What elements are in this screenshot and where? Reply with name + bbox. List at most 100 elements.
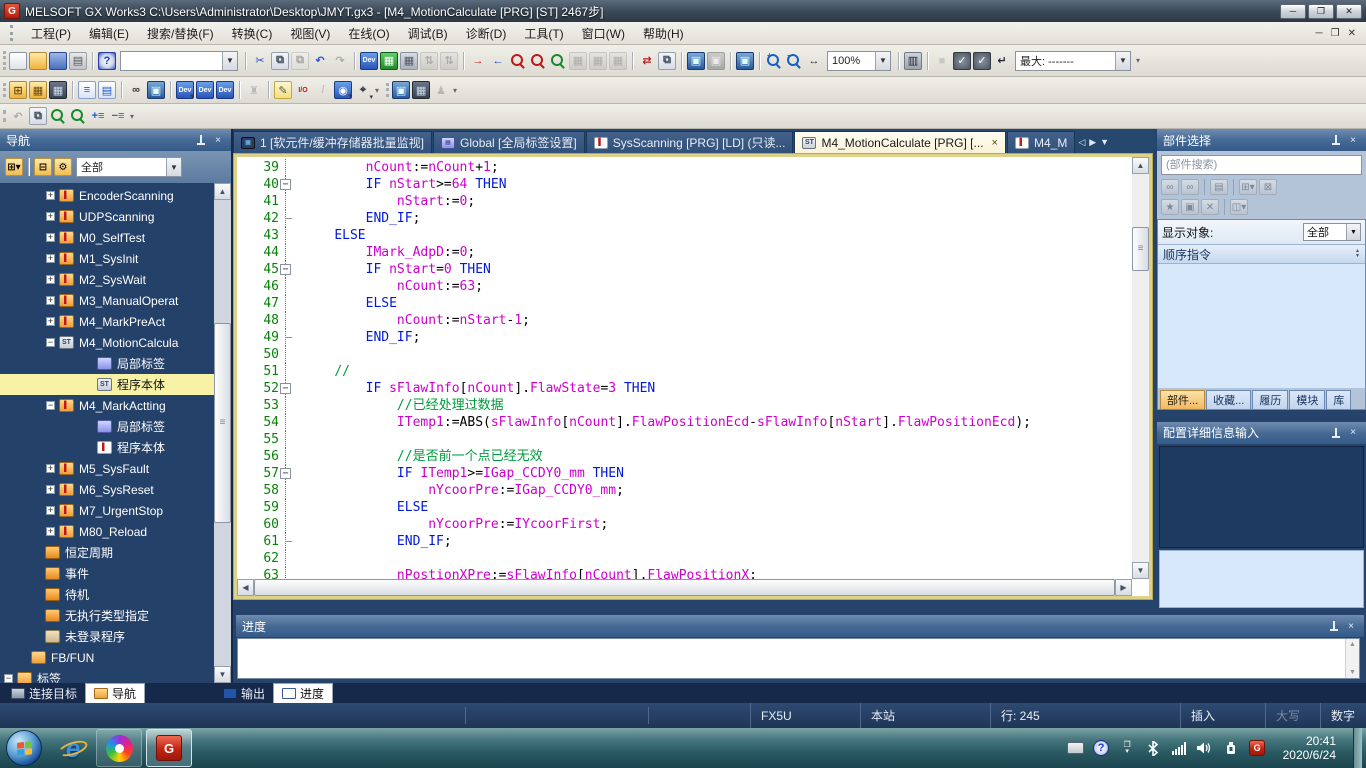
code-line-43[interactable]: 43 ELSE [237, 227, 1132, 244]
check-program-icon[interactable]: ✓ [953, 52, 971, 70]
monitor-window-2-icon[interactable]: ▣ [707, 52, 725, 70]
device-dev-1-icon[interactable]: ▦ [589, 52, 607, 70]
scroll-down-icon[interactable]: ▼ [1132, 562, 1149, 579]
code-line-61[interactable]: 61 END_IF; [237, 533, 1132, 550]
tree-item-m4_markpreact[interactable]: +▌M4_MarkPreAct [0, 311, 214, 332]
state-square-icon[interactable]: ■ [933, 52, 951, 70]
tree-item-m5_sysfault[interactable]: +▌M5_SysFault [0, 458, 214, 479]
tree-item-encoderscanning[interactable]: +▌EncoderScanning [0, 185, 214, 206]
fold-collapse-icon[interactable]: − [280, 179, 291, 190]
taskbar-browser-icon[interactable] [96, 729, 142, 767]
editor-vscrollbar[interactable]: ▲ ▼ [1132, 157, 1149, 579]
menu-p[interactable]: 工程(P) [22, 22, 80, 45]
plc-module-icon[interactable]: ▥ [904, 52, 922, 70]
monitor-start-icon[interactable] [549, 52, 567, 70]
tree-item--[interactable]: ST程序本体 [0, 374, 214, 395]
watch-window-icon[interactable]: ▦ [380, 52, 398, 70]
help-tray-icon[interactable]: ? [1093, 740, 1110, 757]
menu-b[interactable]: 调试(B) [399, 22, 457, 45]
filter-icon[interactable]: ◫▾ [1230, 199, 1248, 215]
start-button[interactable] [6, 730, 42, 766]
window-small-icon[interactable]: ▣ [392, 81, 410, 99]
back-step-icon[interactable]: ↶ [9, 107, 27, 125]
menu-e[interactable]: 编辑(E) [80, 22, 138, 45]
dock-tab-[interactable]: 连接目标 [3, 683, 85, 703]
dock-tab-[interactable]: 导航 [85, 683, 145, 703]
write-to-plc-icon[interactable]: → [469, 52, 487, 70]
doc-duplicate-icon[interactable]: ⧉ [29, 107, 47, 125]
expand-icon[interactable]: + [46, 527, 55, 536]
dock-tab-[interactable]: 进度 [273, 683, 333, 703]
device-table-1-icon[interactable]: Dev [196, 81, 214, 99]
parts-tab-[interactable]: 部件... [1160, 390, 1205, 409]
st-editor[interactable]: 39 nCount:=nCount+1;40− IF nStart>=64 TH… [237, 157, 1149, 596]
tree-item-m4_motioncalcula[interactable]: −STM4_MotionCalcula [0, 332, 214, 353]
window-frame-icon[interactable]: ▦ [412, 81, 430, 99]
undo-icon[interactable]: ↶ [311, 52, 329, 70]
collapse-icon[interactable]: − [4, 674, 13, 683]
expand-icon[interactable]: + [46, 506, 55, 515]
chevron-down-icon[interactable]: ▼ [1346, 224, 1360, 240]
bluetooth-icon[interactable] [1145, 740, 1162, 757]
scrollbar-thumb[interactable] [254, 579, 1115, 596]
usb-device-icon[interactable] [1223, 740, 1240, 757]
help-icon[interactable]: ? [98, 52, 116, 70]
network-signal-icon[interactable] [1171, 740, 1188, 757]
expand-icon[interactable]: + [46, 317, 55, 326]
doc-tab-sysscanning-prg-ld-[interactable]: ▌SysScanning [PRG] [LD] (只读... [586, 131, 794, 153]
tree-item-m3_manualoperat[interactable]: +▌M3_ManualOperat [0, 290, 214, 311]
tree-item--[interactable]: 无执行类型指定 [0, 605, 214, 626]
code-line-47[interactable]: 47 ELSE [237, 295, 1132, 312]
taskbar-gxworks3-button[interactable]: G [146, 729, 192, 767]
code-area[interactable]: 39 nCount:=nCount+1;40− IF nStart>=64 TH… [237, 159, 1132, 579]
gear-icon[interactable]: ⚙ [54, 158, 72, 176]
device-dropdown-icon[interactable]: Dev▾ [176, 81, 194, 99]
tree-item--[interactable]: 恒定周期 [0, 542, 214, 563]
close-icon[interactable]: × [1344, 619, 1358, 633]
parts-tab-[interactable]: 履历 [1252, 390, 1288, 409]
cut-icon[interactable]: ✂ [251, 52, 269, 70]
tree-item--[interactable]: 局部标签 [0, 416, 214, 437]
scroll-down-icon[interactable]: ▼ [214, 666, 231, 683]
pin-icon[interactable] [1327, 619, 1341, 633]
code-line-59[interactable]: 59 ELSE [237, 499, 1132, 516]
transfer-setting-icon[interactable]: ⇄ [638, 52, 656, 70]
close-tab-icon[interactable]: × [992, 137, 998, 149]
combo-keyword[interactable]: ▼ [120, 51, 238, 71]
tree-item--[interactable]: −标签 [0, 668, 214, 683]
parts-tab-[interactable]: 模块 [1289, 390, 1325, 409]
new-folder-icon[interactable]: ▣ [1181, 199, 1199, 215]
collapse-icon[interactable]: − [46, 401, 55, 410]
tree-item--[interactable]: ▌程序本体 [0, 437, 214, 458]
fold-collapse-icon[interactable]: − [280, 383, 291, 394]
menu-f[interactable]: 搜索/替换(F) [138, 22, 223, 45]
code-line-54[interactable]: 54 ITemp1:=ABS(sFlawInfo[nCount].FlawPos… [237, 414, 1132, 431]
zoom-out-icon[interactable]: − [785, 52, 803, 70]
module-configuration-icon[interactable]: ▦ [29, 81, 47, 99]
menu-c[interactable]: 转换(C) [223, 22, 282, 45]
device-search-icon[interactable]: ⌖▾ [354, 81, 372, 99]
code-line-50[interactable]: 50 [237, 346, 1132, 363]
taskbar-ie-icon[interactable]: e [54, 730, 92, 766]
scroll-up-icon[interactable]: ▲ [1132, 157, 1149, 174]
insert-line-icon[interactable]: +≡ [89, 107, 107, 125]
code-line-48[interactable]: 48 nCount:=nStart-1; [237, 312, 1132, 329]
minimize-button[interactable]: ─ [1280, 4, 1306, 19]
find-window-icon[interactable]: ▣ [147, 81, 165, 99]
menu-v[interactable]: 视图(V) [281, 22, 339, 45]
expand-icon[interactable]: + [46, 485, 55, 494]
tree-item-m0_selftest[interactable]: +▌M0_SelfTest [0, 227, 214, 248]
expand-icon[interactable]: + [46, 254, 55, 263]
device-dev-2-icon[interactable]: ▦ [609, 52, 627, 70]
tree-item-m4_markactting[interactable]: −▌M4_MarkActting [0, 395, 214, 416]
mdi-window-controls[interactable]: ─❐✕ [1316, 28, 1366, 39]
display-target-combo[interactable]: 全部 ▼ [1303, 223, 1361, 241]
unit-config-icon[interactable]: ▦ [49, 81, 67, 99]
combo-zoom[interactable]: 100%▼ [827, 51, 891, 71]
chevron-down-icon[interactable]: ▼ [1115, 52, 1130, 70]
scroll-left-icon[interactable]: ◀ [237, 579, 254, 596]
fold-collapse-icon[interactable]: − [280, 264, 291, 275]
tree-item--[interactable]: 未登录程序 [0, 626, 214, 647]
expand-icon[interactable]: + [46, 275, 55, 284]
toolbar-overflow-icon[interactable]: ▾ [375, 86, 379, 95]
